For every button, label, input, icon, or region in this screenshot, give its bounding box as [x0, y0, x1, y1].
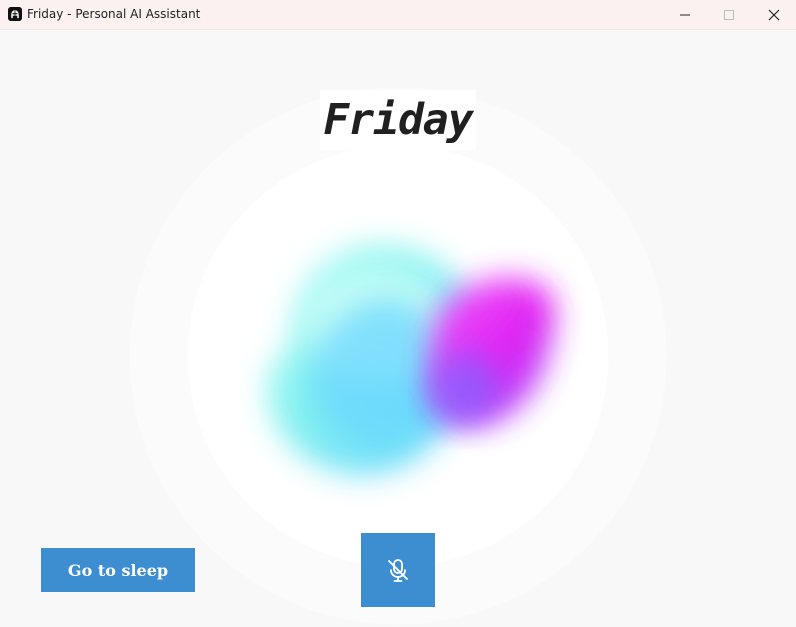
title-bar: Friday - Personal AI Assistant — [0, 0, 796, 30]
maximize-button[interactable] — [707, 0, 751, 30]
minimize-button[interactable] — [663, 0, 707, 30]
assistant-name: Friday — [323, 95, 473, 145]
assistant-name-box: Friday — [320, 90, 476, 150]
main-content: Friday Go to sleep — [0, 30, 796, 627]
assistant-orb — [204, 180, 594, 520]
close-icon — [768, 9, 780, 21]
maximize-icon — [724, 10, 734, 20]
window-title: Friday - Personal AI Assistant — [27, 7, 201, 21]
app-window: Friday - Personal AI Assistant Friday Go… — [0, 0, 796, 627]
mic-off-icon — [388, 559, 408, 582]
close-button[interactable] — [752, 0, 796, 30]
go-to-sleep-button[interactable]: Go to sleep — [41, 548, 195, 592]
microphone-toggle-button[interactable] — [361, 533, 435, 607]
app-helmet-icon — [8, 7, 22, 21]
minimize-icon — [680, 14, 690, 16]
